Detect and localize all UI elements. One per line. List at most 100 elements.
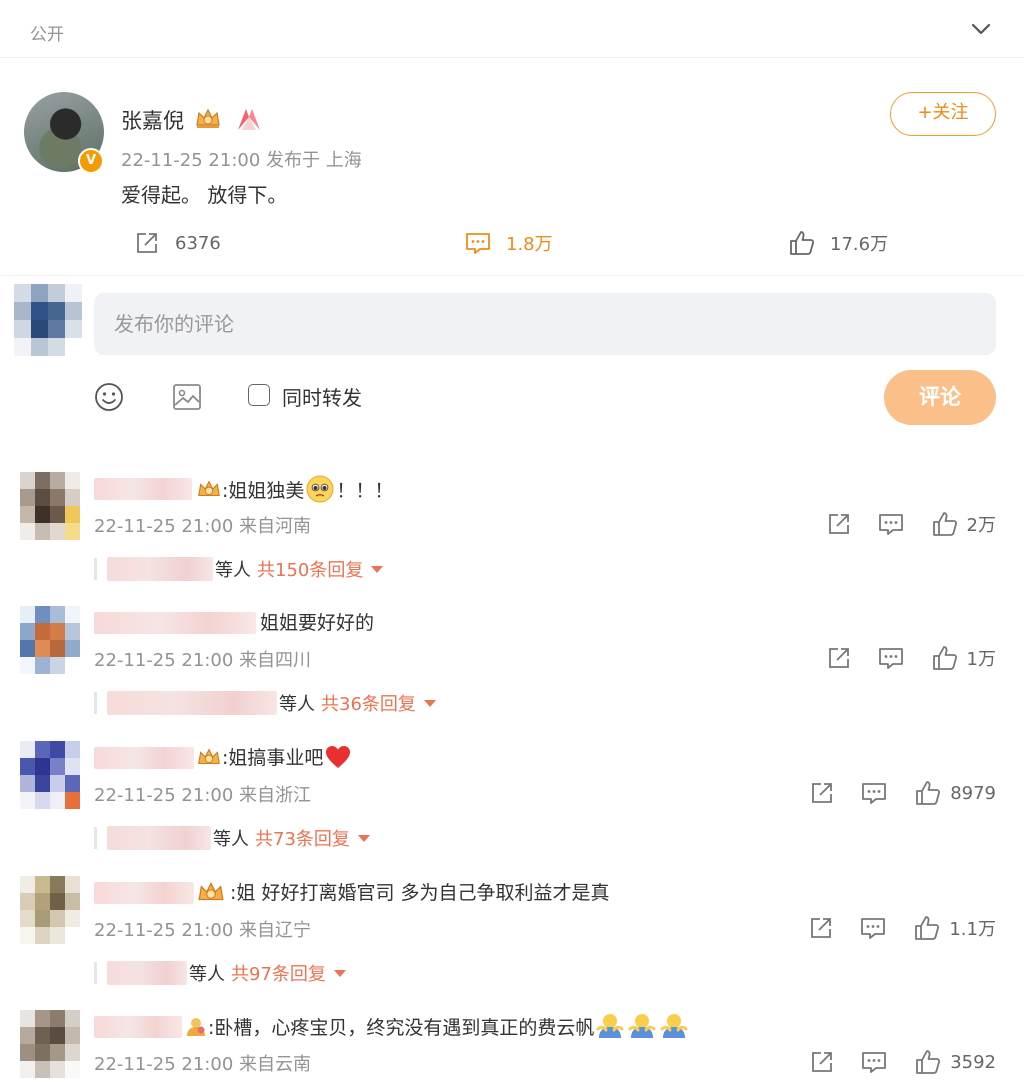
comment-meta: 22-11-25 21:00 来自浙江: [94, 781, 311, 807]
comment-content: :姐 好好打离婚官司 多为自己争取利益才是真: [196, 878, 609, 905]
commenter-name-redacted[interactable]: [94, 1016, 182, 1038]
reply-icon[interactable]: [860, 779, 888, 807]
reply-summary[interactable]: 等人 共36条回复: [94, 688, 436, 718]
reply-count-text: 共73条回复: [255, 829, 350, 850]
submit-comment-button[interactable]: 评论: [884, 370, 996, 425]
comment-text: :姐搞事业吧: [222, 747, 324, 769]
cheer-icon: [238, 109, 260, 130]
reply-summary[interactable]: 等人 共97条回复: [94, 958, 346, 988]
follow-button[interactable]: +关注: [890, 92, 996, 136]
comment-button[interactable]: 1.8万: [464, 228, 553, 258]
share-icon[interactable]: [807, 914, 835, 942]
author-name[interactable]: 张嘉倪: [121, 105, 184, 135]
comment-item: 姐姐要好好的 22-11-25 21:00 来自四川 1万 等人 共36条回复: [0, 606, 1024, 741]
repost-count: 6376: [175, 232, 221, 254]
reply-count-link[interactable]: 共73条回复: [255, 825, 370, 851]
comment-item: :姐姐独美 ！！！ 22-11-25 21:00 来自河南 2万 等人 共150…: [0, 472, 1024, 607]
comment-timestamp: 22-11-25 21:00: [94, 516, 234, 537]
post-timestamp: 22-11-25 21:00: [121, 150, 261, 171]
reply-icon[interactable]: [877, 644, 905, 672]
reply-divider: [94, 692, 97, 714]
comment-timestamp: 22-11-25 21:00: [94, 785, 234, 806]
comment-count: 1.8万: [506, 234, 553, 255]
comment-content: :姐搞事业吧: [196, 743, 353, 770]
post-text: 爱得起。 放得下。: [121, 183, 288, 207]
comment-like-count: 1万: [966, 649, 996, 670]
thumbs-up-icon[interactable]: [914, 1048, 942, 1076]
reply-icon[interactable]: [860, 1048, 888, 1076]
pleading-face-icon: [306, 475, 334, 503]
replier-name-redacted: [107, 691, 277, 715]
current-user-avatar: [14, 284, 82, 356]
comment-meta: 22-11-25 21:00 来自辽宁: [94, 916, 311, 942]
crown-icon: [198, 480, 220, 497]
thumbs-up-icon: [790, 231, 815, 255]
red-heart-icon: [326, 745, 351, 768]
comment-content: 姐姐要好好的: [260, 608, 374, 635]
replier-name-redacted: [107, 826, 211, 850]
commenter-name-redacted[interactable]: [94, 747, 194, 769]
reply-summary[interactable]: 等人 共150条回复: [94, 554, 384, 584]
comment-content: :姐姐独美 ！！！: [196, 474, 393, 504]
comment-text: :卧槽，心疼宝贝，终究没有遇到真正的费云帆: [208, 1016, 595, 1039]
reply-count-link[interactable]: 共97条回复: [231, 960, 346, 986]
comment-timestamp: 22-11-25 21:00: [94, 920, 234, 941]
share-icon[interactable]: [808, 1048, 836, 1076]
comment-meta: 22-11-25 21:00 来自四川: [94, 646, 311, 672]
comment-location: 来自辽宁: [239, 920, 312, 941]
commenter-avatar[interactable]: [20, 876, 80, 944]
reply-count-link[interactable]: 共36条回复: [321, 690, 436, 716]
comment-input[interactable]: 发布你的评论: [94, 293, 996, 355]
thumbs-up-icon[interactable]: [914, 779, 942, 807]
reply-icon[interactable]: [877, 510, 905, 538]
image-icon[interactable]: [170, 380, 204, 414]
reply-icon[interactable]: [859, 914, 887, 942]
comment-actions: 1万: [825, 644, 996, 672]
commenter-avatar[interactable]: [20, 741, 80, 809]
comment-content: :卧槽，心疼宝贝，终究没有遇到真正的费云帆: [184, 1012, 690, 1040]
visibility-bar[interactable]: 公开: [0, 0, 1024, 58]
thumbs-up-icon[interactable]: [913, 914, 941, 942]
reply-divider: [94, 827, 97, 849]
commenter-name-redacted[interactable]: [94, 478, 192, 500]
repost-button[interactable]: 6376: [133, 228, 221, 258]
commenter-avatar[interactable]: [20, 472, 80, 540]
comment-meta: 22-11-25 21:00 来自云南: [94, 1050, 311, 1076]
crown-icon: [196, 108, 220, 128]
comment-text: :姐姐独美: [222, 479, 305, 502]
comment-suffix: ！！！: [336, 479, 394, 502]
reply-count-link[interactable]: 共150条回复: [257, 556, 384, 582]
comment-like-count: 8979: [950, 782, 996, 804]
commenter-avatar[interactable]: [20, 606, 80, 674]
reply-who: 等人: [189, 964, 225, 985]
reply-divider: [94, 558, 97, 580]
thumbs-up-icon[interactable]: [931, 510, 959, 538]
caret-down-icon: [371, 565, 384, 573]
forward-label: 同时转发: [282, 386, 362, 410]
member-badge-icon: [187, 1018, 205, 1036]
reply-summary[interactable]: 等人 共73条回复: [94, 823, 370, 853]
share-icon[interactable]: [825, 644, 853, 672]
comment-location: 来自河南: [239, 516, 312, 537]
verified-badge-icon: V: [78, 148, 104, 174]
comment-actions: 1.1万: [807, 914, 996, 942]
chevron-down-icon[interactable]: [968, 16, 994, 42]
comment-like-count: 3592: [950, 1051, 996, 1073]
emoji-icon[interactable]: [92, 380, 126, 414]
crown-icon: [198, 881, 224, 900]
comment-icon: [466, 233, 490, 254]
comment-actions: 2万: [825, 510, 996, 538]
post-meta: 22-11-25 21:00 发布于 上海: [121, 146, 362, 172]
comment-text: 姐姐要好好的: [260, 612, 375, 634]
replier-name-redacted: [107, 961, 187, 985]
commenter-avatar[interactable]: [20, 1010, 80, 1078]
forward-checkbox[interactable]: [248, 384, 270, 406]
hug-figure-icon: [596, 1014, 624, 1038]
thumbs-up-icon[interactable]: [931, 644, 959, 672]
like-button[interactable]: 17.6万: [788, 228, 888, 258]
share-icon[interactable]: [808, 779, 836, 807]
share-icon[interactable]: [825, 510, 853, 538]
hug-figure-icon: [660, 1014, 688, 1038]
commenter-name-redacted[interactable]: [94, 882, 194, 904]
commenter-name-redacted[interactable]: [94, 612, 256, 634]
